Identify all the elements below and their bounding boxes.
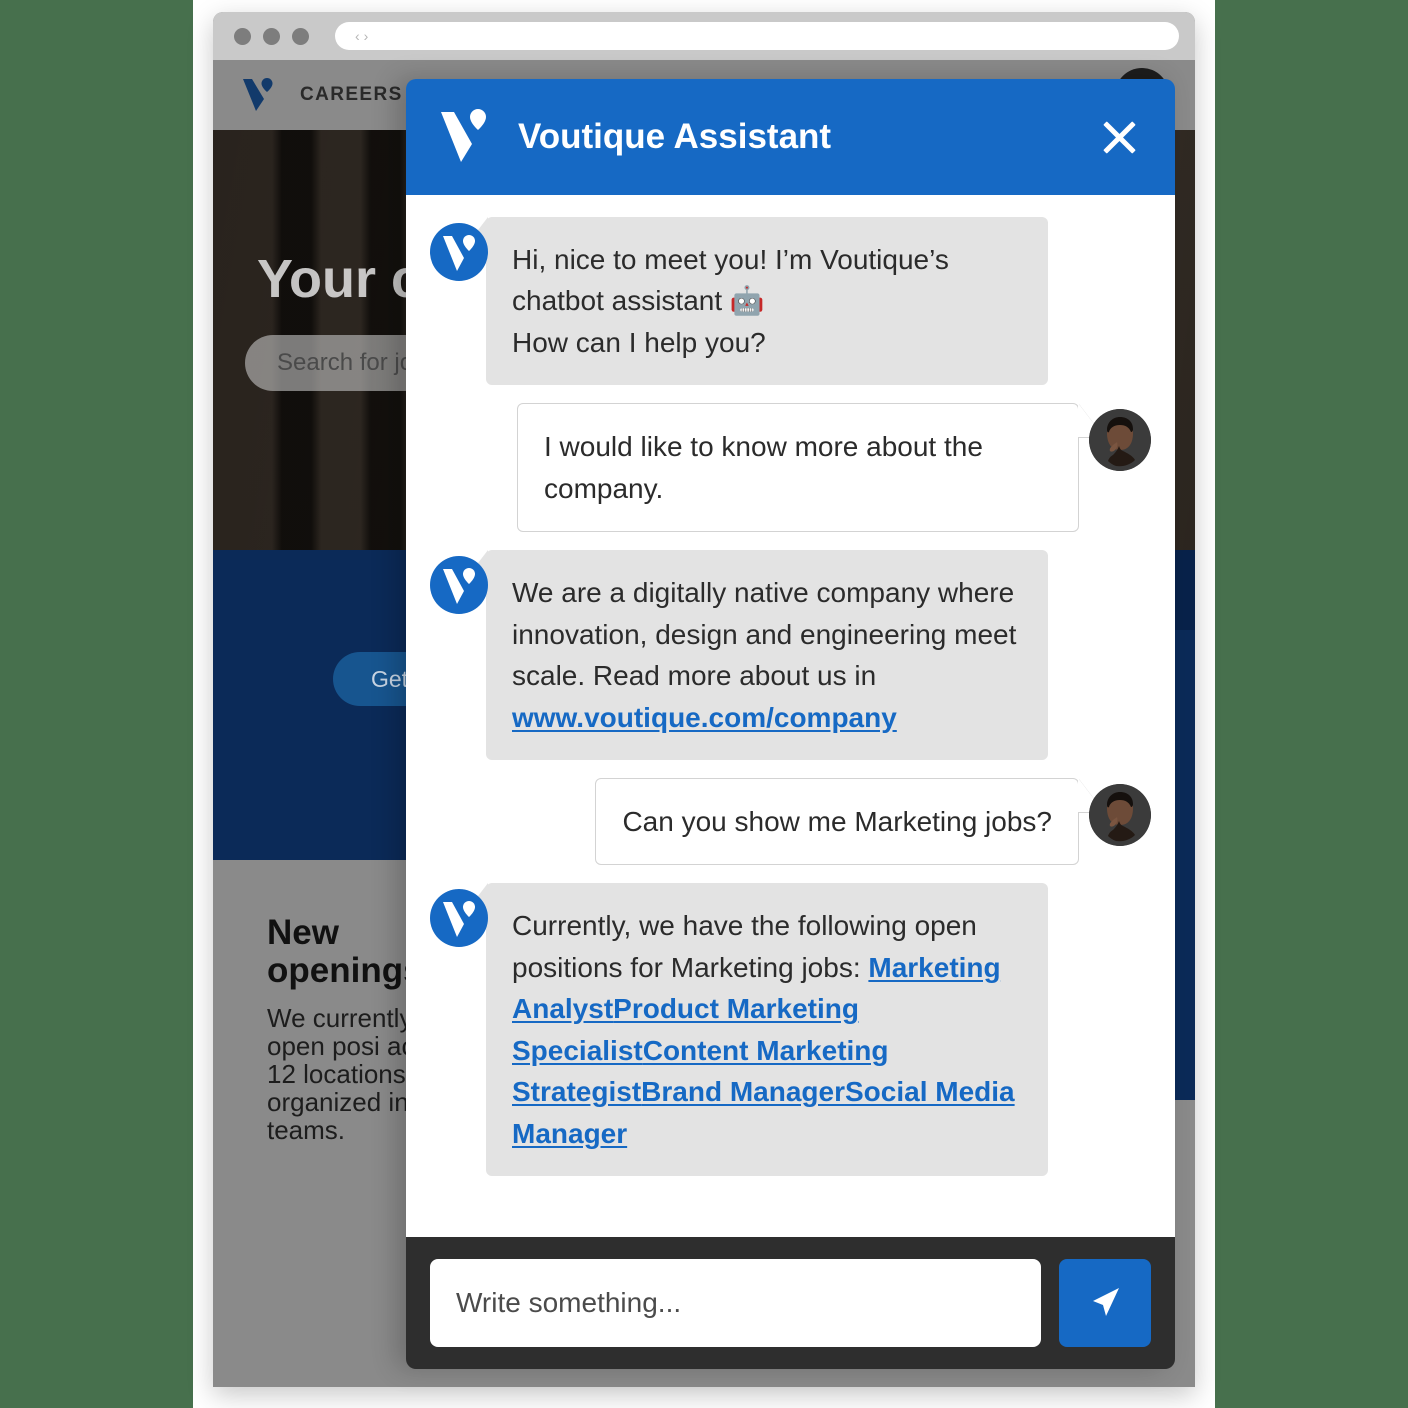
chat-message-list: Hi, nice to meet you! I’m Voutique’s cha… (406, 195, 1175, 1237)
voutique-v-logo-icon (240, 75, 278, 115)
chevron-left-icon[interactable]: ‹ (355, 29, 360, 43)
chat-message-text: We are a digitally native company where … (512, 577, 1017, 692)
send-button[interactable] (1059, 1259, 1151, 1347)
site-nav-title: CAREERS (300, 84, 403, 105)
chevron-right-icon[interactable]: › (364, 29, 369, 43)
chat-composer (406, 1237, 1175, 1369)
chat-bubble: I would like to know more about the comp… (517, 403, 1079, 533)
chat-message-text: Can you show me Marketing jobs? (622, 805, 1052, 837)
user-avatar-photo (1089, 783, 1151, 846)
chat-message-text: I would like to know more about the comp… (544, 431, 983, 504)
chat-bubble: Can you show me Marketing jobs? (595, 777, 1079, 866)
voutique-bot-avatar-icon (430, 556, 488, 615)
chat-title: Voutique Assistant (518, 117, 832, 156)
window-traffic-lights (229, 27, 309, 45)
close-icon[interactable] (1097, 115, 1141, 159)
maximize-window-dot[interactable] (292, 27, 309, 45)
chat-header: Voutique Assistant (406, 79, 1175, 195)
chat-bubble: Hi, nice to meet you! I’m Voutique’s cha… (462, 217, 1048, 386)
chat-message-user: I would like to know more about the comp… (430, 403, 1151, 533)
company-page-link[interactable]: www.voutique.com/company (512, 702, 897, 733)
chat-bubble: We are a digitally native company where … (462, 550, 1048, 760)
user-avatar-photo (1089, 409, 1151, 472)
chat-message-input[interactable] (430, 1259, 1041, 1347)
chat-message-bot: Currently, we have the following open po… (430, 883, 1151, 1176)
address-bar[interactable]: ‹ › (335, 22, 1179, 50)
chat-message-user: Can you show me Marketing jobs? (430, 777, 1151, 866)
chat-message-bot: Hi, nice to meet you! I’m Voutique’s cha… (430, 217, 1151, 386)
voutique-bot-avatar-icon (430, 889, 488, 948)
chat-message-text: Hi, nice to meet you! I’m Voutique’s cha… (512, 244, 949, 358)
close-window-dot[interactable] (234, 27, 251, 45)
nav-arrows: ‹ › (355, 29, 368, 43)
chat-bubble: Currently, we have the following open po… (462, 883, 1048, 1176)
browser-chrome: ‹ › (213, 12, 1195, 60)
voutique-v-logo-icon (436, 106, 494, 168)
send-paper-plane-icon (1085, 1282, 1125, 1325)
minimize-window-dot[interactable] (263, 27, 280, 45)
chat-message-bot: We are a digitally native company where … (430, 550, 1151, 760)
chat-widget: Voutique Assistant Hi, nice to meet you!… (406, 79, 1175, 1369)
job-link[interactable]: Brand Manager (641, 1076, 845, 1107)
voutique-bot-avatar-icon (430, 223, 488, 281)
